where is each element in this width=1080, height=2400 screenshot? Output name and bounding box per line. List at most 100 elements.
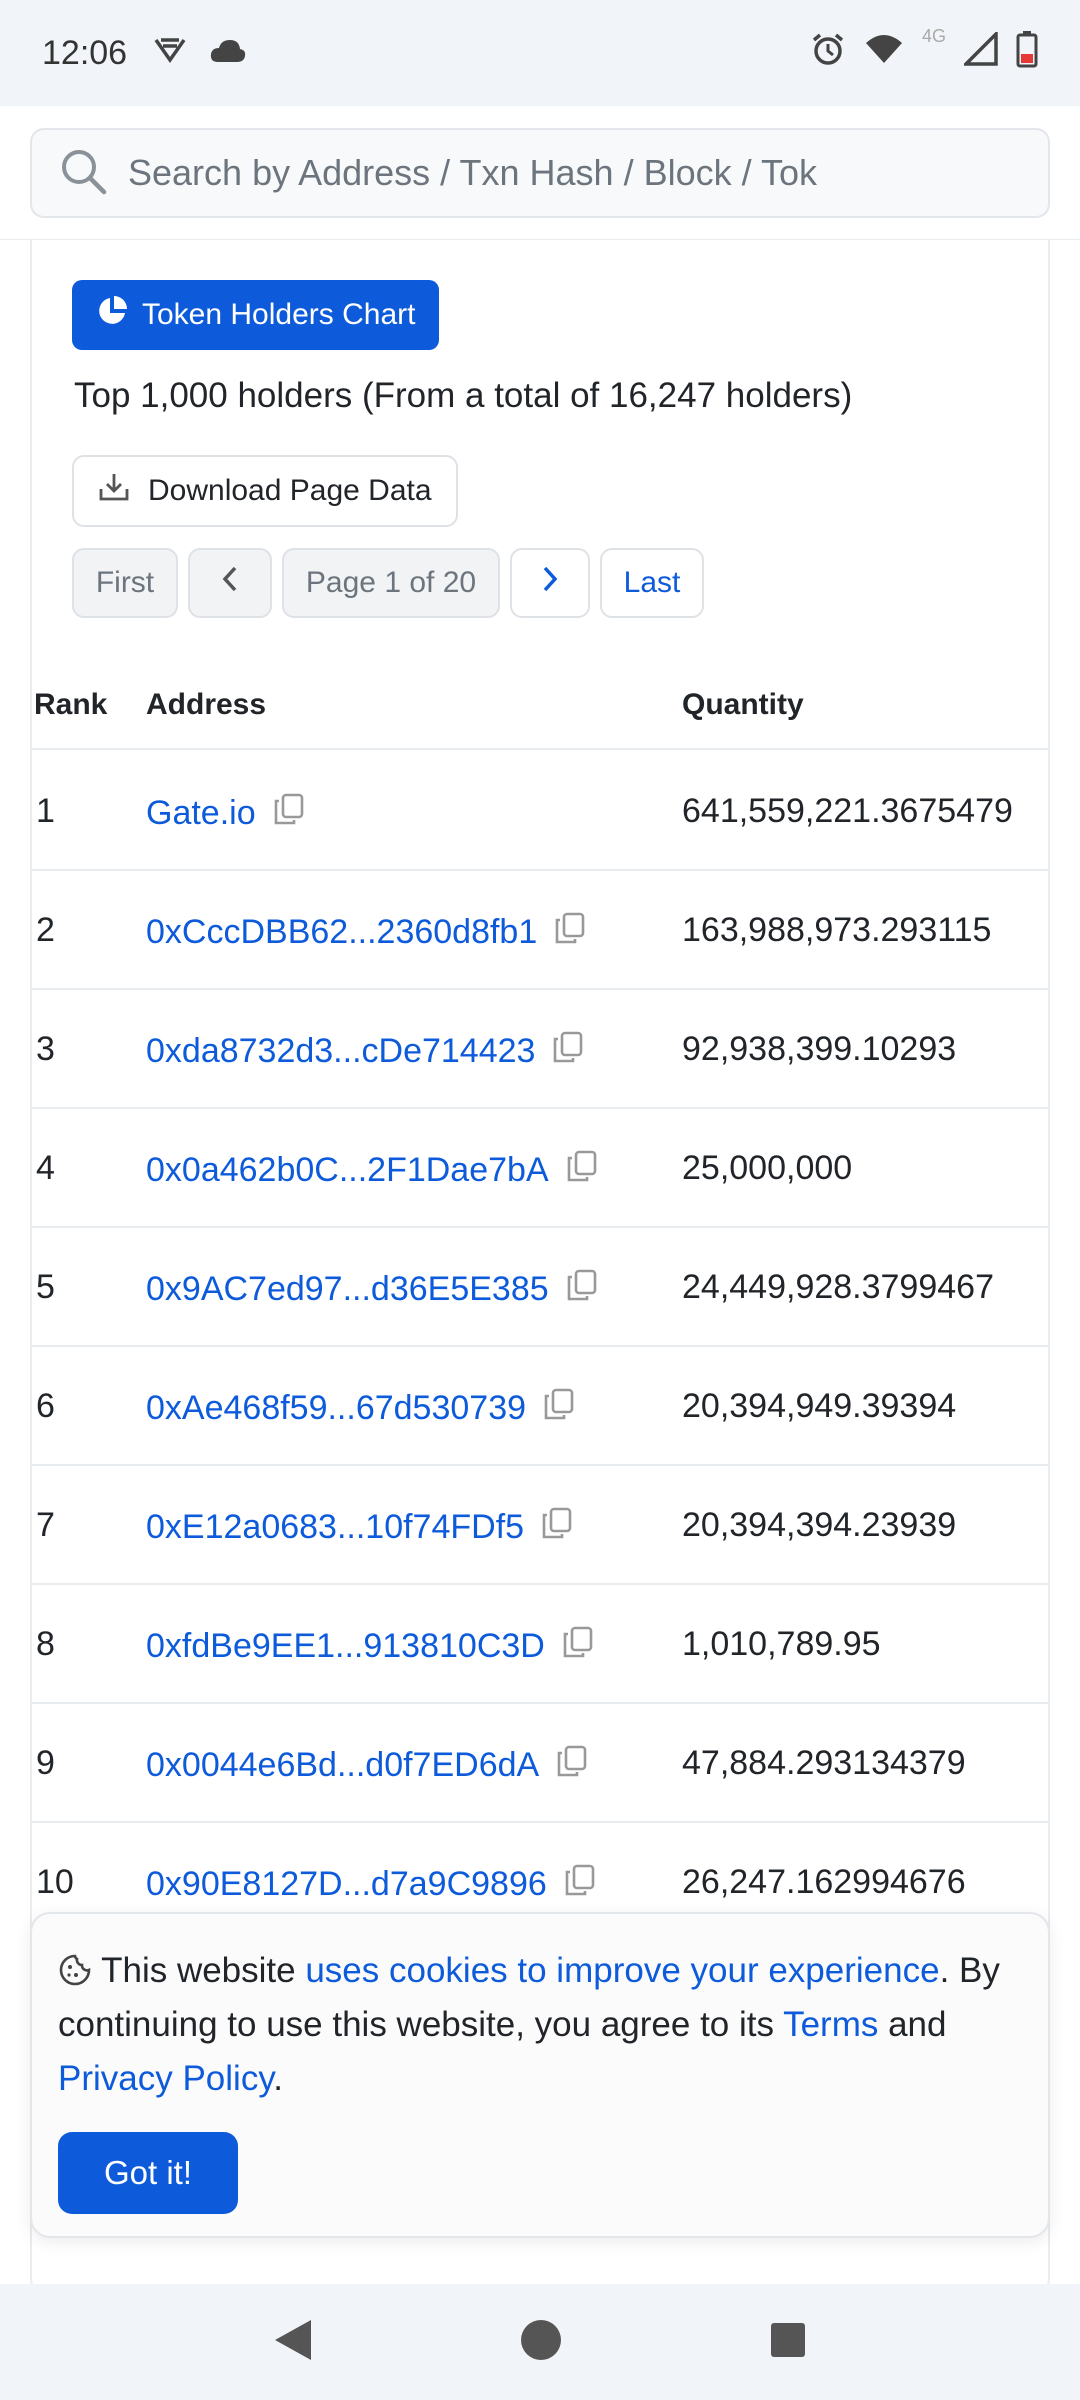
chevron-left-icon bbox=[220, 565, 240, 601]
row-address-link[interactable]: 0x0044e6Bd...d0f7ED6dA bbox=[146, 1744, 589, 1787]
copy-icon[interactable] bbox=[542, 1387, 576, 1430]
status-time: 12:06 bbox=[42, 33, 128, 72]
row-rank: 8 bbox=[36, 1625, 55, 1663]
download-page-data-button[interactable]: Download Page Data bbox=[72, 455, 458, 527]
row-rank: 3 bbox=[36, 1030, 55, 1068]
pagination: First Page 1 of 20 Last bbox=[72, 548, 704, 618]
copy-icon[interactable] bbox=[563, 1863, 597, 1906]
row-address-link[interactable]: 0xE12a0683...10f74FDf5 bbox=[146, 1506, 574, 1549]
header-rank: Rank bbox=[34, 688, 108, 721]
table-row: 1 Gate.io 641,559,221.3675479 bbox=[32, 752, 1048, 871]
copy-icon[interactable] bbox=[551, 1030, 585, 1073]
network-type: 4G bbox=[921, 25, 946, 46]
download-icon bbox=[98, 471, 130, 511]
copy-icon[interactable] bbox=[540, 1506, 574, 1549]
table-row: 8 0xfdBe9EE1...913810C3D 1,010,789.95 bbox=[32, 1585, 1048, 1704]
row-address-link[interactable]: 0xCccDBB62...2360d8fb1 bbox=[146, 911, 587, 954]
row-address: 0x0a462b0C...2F1Dae7bA bbox=[146, 1151, 549, 1189]
row-rank: 7 bbox=[36, 1506, 55, 1544]
table-row: 6 0xAe468f59...67d530739 20,394,949.39394 bbox=[32, 1347, 1048, 1466]
battery-icon bbox=[1016, 30, 1038, 77]
table-row: 5 0x9AC7ed97...d36E5E385 24,449,928.379946… bbox=[32, 1228, 1048, 1347]
row-address-link[interactable]: 0xAe468f59...67d530739 bbox=[146, 1387, 576, 1430]
cloud-icon bbox=[209, 34, 247, 73]
copy-icon[interactable] bbox=[565, 1149, 599, 1192]
prev-page-button[interactable] bbox=[188, 548, 272, 618]
signal-icon bbox=[961, 29, 998, 75]
row-address: 0xCccDBB62...2360d8fb1 bbox=[146, 913, 538, 951]
header-address: Address bbox=[146, 688, 267, 721]
got-it-button[interactable]: Got it! bbox=[58, 2132, 238, 2214]
terms-link[interactable]: Terms bbox=[783, 2005, 878, 2044]
table-header: Rank Address Quantity bbox=[32, 650, 1048, 750]
row-quantity: 641,559,221.3675479 bbox=[682, 792, 1013, 830]
row-rank: 1 bbox=[36, 792, 55, 830]
row-address: 0x0044e6Bd...d0f7ED6dA bbox=[146, 1746, 540, 1784]
row-quantity: 92,938,399.10293 bbox=[682, 1030, 957, 1068]
copy-icon[interactable] bbox=[561, 1625, 595, 1668]
holders-summary: Top 1,000 holders (From a total of 16,24… bbox=[74, 376, 853, 415]
row-quantity: 26,247.162994676 bbox=[682, 1863, 966, 1901]
row-address-link[interactable]: 0x90E8127D...d7a9C9896 bbox=[146, 1863, 597, 1906]
row-address: 0x9AC7ed97...d36E5E385 bbox=[146, 1270, 549, 1308]
table-row: 3 0xda8732d3...cDe714423 92,938,399.10293 bbox=[32, 990, 1048, 1109]
copy-icon[interactable] bbox=[565, 1268, 599, 1311]
row-rank: 6 bbox=[36, 1387, 55, 1425]
cookie-icon bbox=[58, 1951, 101, 1990]
row-address-link[interactable]: 0xda8732d3...cDe714423 bbox=[146, 1030, 585, 1073]
table-row: 4 0x0a462b0C...2F1Dae7bA 25,000,000 bbox=[32, 1109, 1048, 1228]
cookie-text-3: and bbox=[878, 2005, 947, 2044]
cookie-banner: This website uses cookies to improve you… bbox=[30, 1912, 1050, 2238]
wifi-icon bbox=[864, 33, 904, 74]
recents-icon[interactable] bbox=[769, 2321, 807, 2364]
row-address-link[interactable]: Gate.io bbox=[146, 792, 306, 835]
row-quantity: 1,010,789.95 bbox=[682, 1625, 881, 1663]
chevron-right-icon bbox=[540, 565, 560, 601]
privacy-policy-link[interactable]: Privacy Policy bbox=[58, 2059, 273, 2098]
row-address: 0xfdBe9EE1...913810C3D bbox=[146, 1627, 545, 1665]
back-icon[interactable] bbox=[273, 2318, 313, 2367]
row-quantity: 163,988,973.293115 bbox=[682, 911, 992, 949]
row-rank: 4 bbox=[36, 1149, 55, 1187]
row-address-link[interactable]: 0x9AC7ed97...d36E5E385 bbox=[146, 1268, 599, 1311]
search-bar-container bbox=[0, 106, 1080, 240]
search-box[interactable] bbox=[30, 128, 1050, 218]
page-indicator: Page 1 of 20 bbox=[282, 548, 500, 618]
last-page-button[interactable]: Last bbox=[600, 548, 704, 618]
row-rank: 2 bbox=[36, 911, 55, 949]
token-holders-chart-button[interactable]: Token Holders Chart bbox=[72, 280, 440, 350]
row-quantity: 25,000,000 bbox=[682, 1149, 853, 1187]
alarm-icon bbox=[810, 31, 846, 76]
android-nav-bar bbox=[0, 2284, 1080, 2400]
row-quantity: 24,449,928.3799467 bbox=[682, 1268, 994, 1306]
row-address: 0xE12a0683...10f74FDf5 bbox=[146, 1508, 525, 1546]
row-address-link[interactable]: 0xfdBe9EE1...913810C3D bbox=[146, 1625, 595, 1668]
home-icon[interactable] bbox=[519, 2318, 563, 2367]
header-quantity: Quantity bbox=[682, 688, 804, 721]
row-address: Gate.io bbox=[146, 794, 256, 832]
copy-icon[interactable] bbox=[553, 911, 587, 954]
row-address-link[interactable]: 0x0a462b0C...2F1Dae7bA bbox=[146, 1149, 599, 1192]
copy-icon[interactable] bbox=[555, 1744, 589, 1787]
copy-icon[interactable] bbox=[272, 792, 306, 835]
row-rank: 9 bbox=[36, 1744, 55, 1782]
row-quantity: 20,394,394.23939 bbox=[682, 1506, 957, 1544]
row-address: 0xAe468f59...67d530739 bbox=[146, 1389, 527, 1427]
vpn-icon bbox=[153, 34, 187, 73]
token-holders-chart-label: Token Holders Chart bbox=[142, 298, 416, 331]
row-address: 0xda8732d3...cDe714423 bbox=[146, 1032, 536, 1070]
search-icon bbox=[58, 146, 108, 201]
pie-chart-icon bbox=[96, 295, 128, 335]
next-page-button[interactable] bbox=[510, 548, 590, 618]
row-quantity: 20,394,949.39394 bbox=[682, 1387, 957, 1425]
first-page-button[interactable]: First bbox=[72, 548, 178, 618]
status-bar: 12:06 4G bbox=[0, 0, 1080, 106]
search-input[interactable] bbox=[128, 152, 1028, 194]
row-rank: 10 bbox=[36, 1863, 74, 1901]
table-row: 7 0xE12a0683...10f74FDf5 20,394,394.23939 bbox=[32, 1466, 1048, 1585]
cookie-text-4: . bbox=[273, 2059, 283, 2098]
download-label: Download Page Data bbox=[148, 474, 432, 507]
row-quantity: 47,884.293134379 bbox=[682, 1744, 966, 1782]
table-row: 9 0x0044e6Bd...d0f7ED6dA 47,884.293134379 bbox=[32, 1704, 1048, 1823]
cookie-policy-link[interactable]: uses cookies to improve your experience bbox=[305, 1951, 939, 1990]
